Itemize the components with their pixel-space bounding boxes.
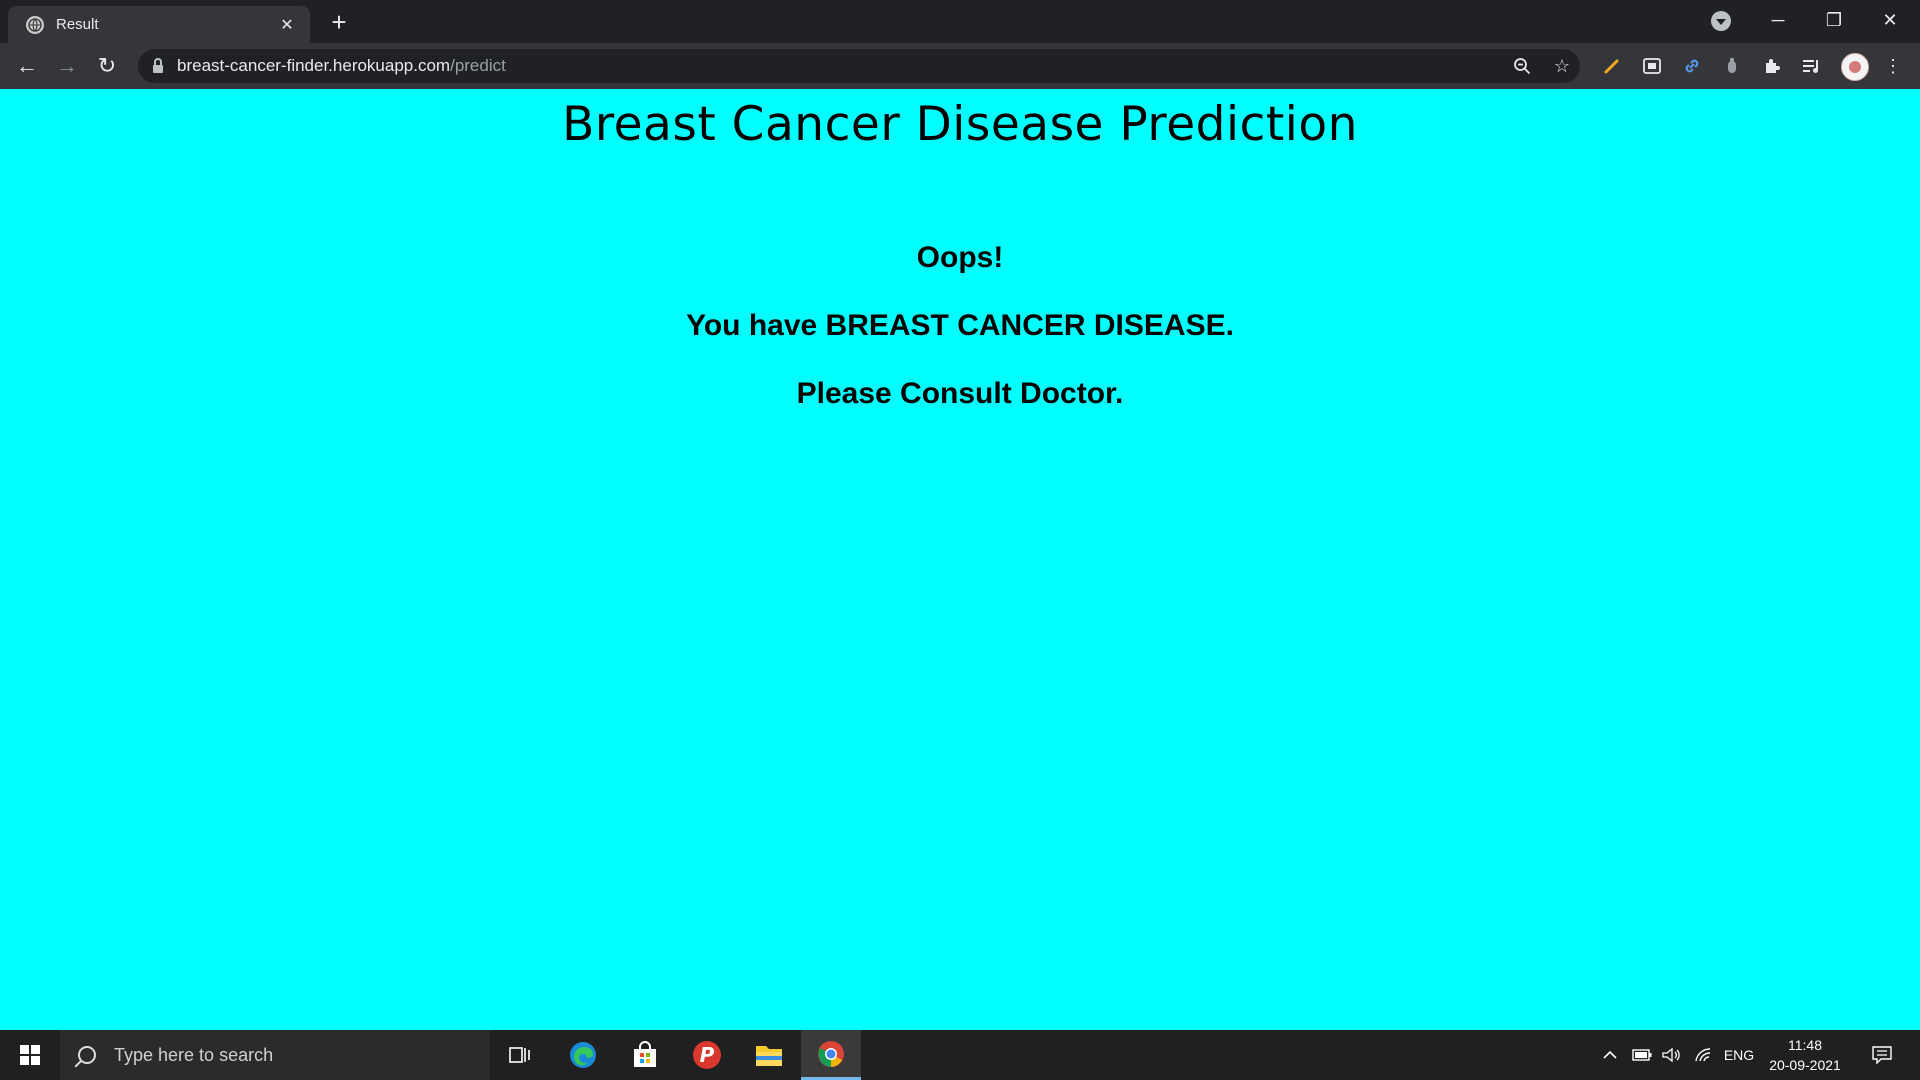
- reload-button[interactable]: ↻: [92, 51, 122, 81]
- browser-tab[interactable]: Result ✕: [8, 6, 310, 43]
- tab-title: Result: [56, 16, 99, 33]
- pencil-extension-icon[interactable]: [1600, 54, 1624, 78]
- tray-overflow-chevron-icon[interactable]: [1598, 1030, 1622, 1080]
- windows-logo-icon: [20, 1045, 40, 1065]
- start-button[interactable]: [0, 1030, 60, 1080]
- browser-tab-strip: Result ✕ + ─ ❐ ✕: [0, 0, 1920, 43]
- lock-icon[interactable]: [153, 57, 163, 73]
- page-content: Breast Cancer Disease Prediction Oops! Y…: [0, 89, 1920, 1030]
- taskbar-search-placeholder: Type here to search: [114, 1044, 274, 1065]
- link-extension-icon[interactable]: [1680, 54, 1704, 78]
- result-oops: Oops!: [916, 241, 1004, 274]
- new-tab-button[interactable]: +: [325, 8, 353, 36]
- forward-button[interactable]: →: [52, 51, 82, 81]
- extension-icon[interactable]: [1720, 54, 1744, 78]
- store-icon[interactable]: [615, 1030, 675, 1080]
- psiphon-icon[interactable]: P: [677, 1030, 737, 1080]
- puzzle-icon[interactable]: [1760, 54, 1784, 78]
- volume-icon[interactable]: [1658, 1030, 1684, 1080]
- browser-menu-icon[interactable]: ⋮: [1881, 54, 1905, 78]
- tab-close-icon[interactable]: ✕: [276, 14, 298, 36]
- media-control-icon[interactable]: [1800, 54, 1824, 78]
- address-bar[interactable]: breast-cancer-finder.herokuapp.com/predi…: [138, 49, 1580, 83]
- svg-text:P: P: [700, 1043, 715, 1067]
- wifi-icon[interactable]: [1690, 1030, 1716, 1080]
- edge-icon[interactable]: [553, 1030, 613, 1080]
- chrome-icon[interactable]: [801, 1030, 861, 1080]
- browser-toolbar: ← → ↻ breast-cancer-finder.herokuapp.com…: [0, 43, 1920, 89]
- url-text: breast-cancer-finder.herokuapp.com/predi…: [177, 56, 506, 75]
- minimize-button[interactable]: ─: [1750, 0, 1806, 40]
- picture-in-picture-icon[interactable]: [1640, 54, 1664, 78]
- avatar-face: [1849, 61, 1861, 73]
- windows-taskbar: Type here to search P ENG 11:48 20-09-20…: [0, 1030, 1920, 1080]
- language-indicator[interactable]: ENG: [1722, 1030, 1756, 1080]
- file-explorer-icon[interactable]: [739, 1030, 799, 1080]
- page-title: Breast Cancer Disease Prediction: [562, 97, 1358, 152]
- globe-icon: [26, 15, 44, 34]
- restore-button[interactable]: ❐: [1806, 0, 1862, 40]
- search-icon: [78, 1046, 96, 1064]
- window-close-button[interactable]: ✕: [1862, 0, 1918, 40]
- task-view-icon[interactable]: [490, 1030, 550, 1080]
- back-button[interactable]: ←: [12, 51, 42, 81]
- taskbar-clock[interactable]: 11:48 20-09-2021: [1760, 1035, 1850, 1075]
- profile-avatar[interactable]: [1841, 53, 1869, 81]
- battery-icon[interactable]: [1628, 1030, 1656, 1080]
- taskbar-search-box[interactable]: Type here to search: [60, 1030, 490, 1080]
- tab-search-icon[interactable]: [1711, 11, 1731, 31]
- result-advice: Please Consult Doctor.: [796, 377, 1124, 410]
- zoom-icon[interactable]: [1510, 54, 1534, 78]
- notification-center-icon[interactable]: [1864, 1030, 1900, 1080]
- clock-time: 11:48: [1788, 1037, 1822, 1053]
- bookmark-star-icon[interactable]: ☆: [1550, 54, 1574, 78]
- result-diagnosis: You have BREAST CANCER DISEASE.: [686, 309, 1234, 342]
- clock-date: 20-09-2021: [1769, 1057, 1841, 1073]
